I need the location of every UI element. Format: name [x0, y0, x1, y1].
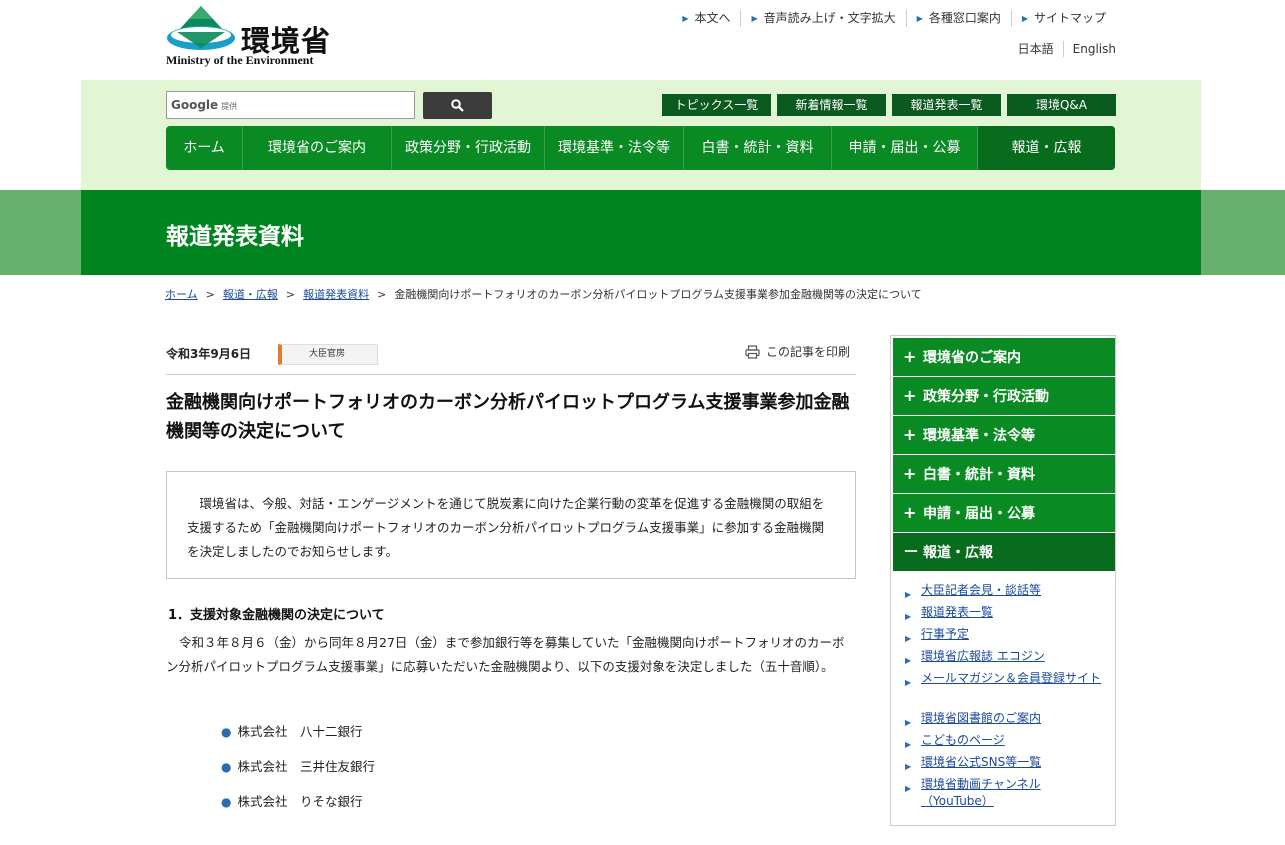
triangle-right-icon: ▶ — [905, 718, 912, 727]
triangle-right-icon: ▶ — [905, 784, 912, 793]
sidebar-item-about[interactable]: + 環境省のご案内 — [893, 338, 1115, 376]
nav-applications[interactable]: 申請・届出・公募 — [832, 126, 978, 170]
section-heading: 1．支援対象金融機関の決定について — [168, 608, 385, 623]
quick-link-topics[interactable]: トピックス一覧 — [662, 94, 771, 116]
nav-press[interactable]: 報道・広報 — [978, 126, 1115, 170]
plus-icon: + — [903, 386, 917, 405]
breadcrumb-press[interactable]: 報道・広報 — [223, 288, 278, 301]
triangle-right-icon: ▶ — [905, 612, 912, 621]
meta-divider — [166, 374, 856, 375]
breadcrumb: ホーム > 報道・広報 > 報道発表資料 > 金融機関向けポートフォリオのカーボン分析パイロ… — [165, 286, 922, 302]
list-item: ● 株式会社 三井住友銀行 — [221, 759, 375, 774]
section-body: 令和３年８月６（金）から同年８月27日（金）まで参加銀行等を募集していた「金融機… — [166, 635, 845, 674]
sidebar-link-press-conference[interactable]: ▶ 大臣記者会見・談話等 — [905, 582, 1105, 599]
print-article-link[interactable]: この記事を印刷 — [745, 343, 850, 360]
sidebar-link-sns[interactable]: ▶ 環境省公式SNS等一覧 — [905, 754, 1105, 771]
logo-english-text: Ministry of the Environment — [166, 53, 314, 67]
sidebar-link-press-list[interactable]: ▶ 報道発表一覧 — [905, 604, 1105, 621]
sidebar-link-library[interactable]: ▶ 環境省図書館のご案内 — [905, 710, 1105, 727]
nav-about[interactable]: 環境省のご案内 — [243, 126, 392, 170]
sidebar: + 環境省のご案内 + 政策分野・行政活動 + 環境基準・法令等 + 白書・統計・資料 … — [890, 335, 1116, 826]
sidebar-link-schedule[interactable]: ▶ 行事予定 — [905, 626, 1105, 643]
triangle-right-icon: ▶ — [905, 656, 912, 665]
plus-icon: + — [903, 425, 917, 444]
search-button[interactable] — [423, 92, 492, 119]
quick-link-qa[interactable]: 環境Q&A — [1007, 94, 1116, 116]
language-nav: 日本語 English — [1009, 41, 1116, 57]
lang-english-link[interactable]: English — [1062, 41, 1116, 57]
site-header: 環境省 Ministry of the Environment ▶ 本文へ ▶ 音声… — [0, 0, 1285, 80]
article-title: 金融機関向けポートフォリオのカーボン分析パイロットプログラム支援事業参加金融機関… — [166, 392, 850, 442]
list-item: ● 株式会社 八十二銀行 — [221, 724, 363, 739]
breadcrumb-separator: > — [285, 288, 296, 301]
breadcrumb-current: 金融機関向けポートフォリオのカーボン分析パイロットプログラム支援事業参加金融機関… — [394, 288, 922, 301]
sidebar-link-ecojin[interactable]: ▶ 環境省広報誌 エコジン — [905, 648, 1105, 665]
breadcrumb-separator: > — [377, 288, 387, 301]
triangle-right-icon: ▶ — [916, 14, 923, 23]
triangle-right-icon: ▶ — [682, 14, 689, 23]
lead-summary-box: 環境省は、今般、対話・エンゲージメントを通じて脱炭素に向けた企業行動の変革を促進… — [166, 471, 856, 579]
sidebar-link-mailmagazine[interactable]: ▶ メールマガジン＆会員登録サイト — [905, 670, 1105, 687]
search-brand-label: Google 提供 — [171, 98, 238, 112]
quick-link-news[interactable]: 新着情報一覧 — [777, 94, 886, 116]
plus-icon: + — [903, 464, 917, 483]
list-item: ● 株式会社 りそな銀行 — [221, 794, 363, 809]
global-nav: ホーム 環境省のご案内 政策分野・行政活動 環境基準・法令等 白書・統計・資料 … — [166, 126, 1115, 170]
breadcrumb-separator: > — [205, 288, 215, 301]
triangle-right-icon: ▶ — [905, 762, 912, 771]
search-input[interactable]: Google 提供 — [166, 91, 415, 119]
ministry-logo-icon — [167, 6, 235, 50]
article-date: 令和3年9月6日 — [166, 347, 252, 361]
breadcrumb-releases[interactable]: 報道発表資料 — [303, 288, 369, 301]
sidebar-link-kids[interactable]: ▶ こどものページ — [905, 732, 1105, 749]
triangle-right-icon: ▶ — [905, 678, 912, 687]
department-tag: 大臣官房 — [278, 344, 378, 365]
plus-icon: + — [903, 503, 917, 522]
utility-nav: ▶ 本文へ ▶ 音声読み上げ・文字拡大 ▶ 各種窓口案内 ▶ サイトマップ — [672, 10, 1116, 27]
quick-link-press[interactable]: 報道発表一覧 — [892, 94, 1001, 116]
minus-icon: － — [903, 542, 920, 561]
sidebar-item-whitepaper[interactable]: + 白書・統計・資料 — [893, 455, 1115, 493]
util-link-main-content[interactable]: ▶ 本文へ — [672, 10, 740, 27]
sidebar-item-policy[interactable]: + 政策分野・行政活動 — [893, 377, 1115, 415]
nav-standards[interactable]: 環境基準・法令等 — [545, 126, 684, 170]
nav-home[interactable]: ホーム — [166, 126, 243, 170]
triangle-right-icon: ▶ — [905, 740, 912, 749]
triangle-right-icon: ▶ — [1021, 14, 1028, 23]
triangle-right-icon: ▶ — [751, 14, 758, 23]
sidebar-item-standards[interactable]: + 環境基準・法令等 — [893, 416, 1115, 454]
plus-icon: + — [903, 347, 917, 366]
sidebar-item-applications[interactable]: + 申請・届出・公募 — [893, 494, 1115, 532]
triangle-right-icon: ▶ — [905, 634, 912, 643]
breadcrumb-home[interactable]: ホーム — [165, 288, 198, 301]
util-link-sitemap[interactable]: ▶ サイトマップ — [1010, 10, 1116, 27]
sidebar-link-youtube[interactable]: ▶ 環境省動画チャンネル（YouTube） — [905, 776, 1105, 810]
nav-whitepaper[interactable]: 白書・統計・資料 — [684, 126, 832, 170]
nav-policy[interactable]: 政策分野・行政活動 — [392, 126, 545, 170]
bullet-icon: ● — [221, 795, 232, 809]
util-link-accessibility[interactable]: ▶ 音声読み上げ・文字拡大 — [740, 10, 905, 27]
printer-icon — [745, 344, 760, 359]
search-icon — [451, 99, 464, 112]
site-logo[interactable]: 環境省 Ministry of the Environment — [165, 4, 345, 68]
triangle-right-icon: ▶ — [905, 590, 912, 599]
lang-japanese-link[interactable]: 日本語 — [1009, 41, 1063, 57]
page-title: 報道発表資料 — [166, 224, 304, 250]
sidebar-item-press[interactable]: －報道・広報 — [893, 533, 1115, 571]
bullet-icon: ● — [221, 760, 232, 774]
bullet-icon: ● — [221, 725, 232, 739]
util-link-contacts[interactable]: ▶ 各種窓口案内 — [905, 10, 1011, 27]
